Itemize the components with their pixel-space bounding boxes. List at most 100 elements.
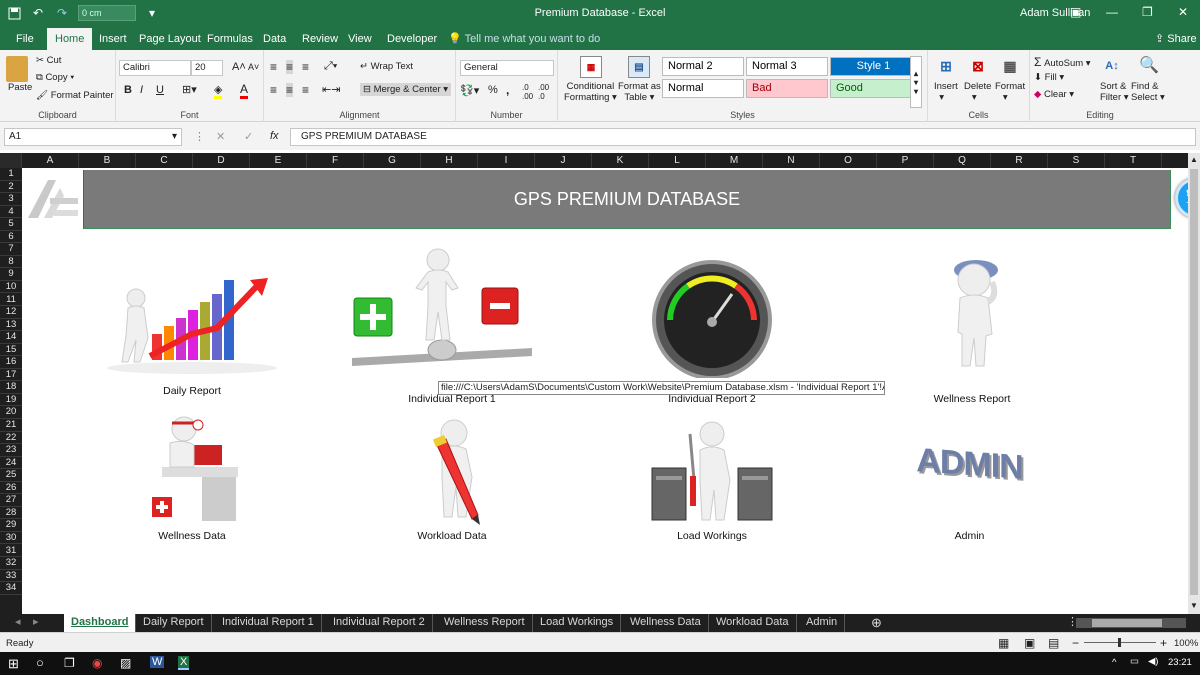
row-header-4[interactable]: 4	[0, 206, 22, 219]
column-header-s[interactable]: S	[1048, 153, 1105, 168]
tab-review[interactable]: Review	[294, 28, 346, 50]
show-hidden-icons-icon[interactable]: ^	[1112, 657, 1116, 668]
cell-style-bad[interactable]: Bad	[746, 79, 828, 98]
row-header-10[interactable]: 10	[0, 281, 22, 294]
delete-cells-button[interactable]: Delete ▾	[964, 81, 991, 103]
row-header-7[interactable]: 7	[0, 243, 22, 256]
row-header-15[interactable]: 15	[0, 344, 22, 357]
zoom-level[interactable]: 100%	[1174, 638, 1198, 649]
column-header-l[interactable]: L	[649, 153, 706, 168]
column-header-a[interactable]: A	[22, 153, 79, 168]
row-header-9[interactable]: 9	[0, 268, 22, 281]
row-header-21[interactable]: 21	[0, 419, 22, 432]
conditional-formatting-button[interactable]: Conditional Formatting ▾	[564, 81, 617, 103]
increase-decimal-icon[interactable]: .0.00	[522, 83, 533, 101]
photos-icon[interactable]: ▨	[120, 656, 131, 670]
normal-view-icon[interactable]: ▦	[998, 636, 1009, 650]
row-header-20[interactable]: 20	[0, 406, 22, 419]
column-header-e[interactable]: E	[250, 153, 307, 168]
cut-button[interactable]: ✂ Cut	[36, 55, 61, 66]
autosum-button[interactable]: Σ AutoSum ▾	[1034, 55, 1091, 69]
close-button[interactable]: ✕	[1178, 5, 1188, 19]
cell-style-style-1[interactable]: Style 1	[830, 57, 912, 76]
currency-icon[interactable]: 💱▾	[460, 84, 479, 97]
tab-developer[interactable]: Developer	[379, 28, 445, 50]
horizontal-scrollbar[interactable]	[1076, 618, 1186, 628]
wellness-data-tile[interactable]: Wellness Data	[132, 415, 252, 542]
admin-tile[interactable]: ADMIN Admin	[902, 441, 1037, 542]
sheet-tab-dashboard[interactable]: Dashboard	[64, 614, 137, 632]
zoom-in-icon[interactable]: +	[1160, 636, 1167, 650]
number-format-select[interactable]: General	[460, 60, 554, 76]
column-header-j[interactable]: J	[535, 153, 592, 168]
vertical-scroll-thumb[interactable]	[1190, 169, 1198, 595]
tab-home[interactable]: Home	[47, 28, 93, 50]
row-header-12[interactable]: 12	[0, 306, 22, 319]
clear-button[interactable]: ◆ Clear ▾	[1034, 89, 1074, 100]
column-header-q[interactable]: Q	[934, 153, 991, 168]
middle-align-icon[interactable]: ≡	[286, 60, 294, 74]
format-cells-button[interactable]: Format ▾	[995, 81, 1025, 103]
horizontal-scroll-thumb[interactable]	[1092, 619, 1162, 627]
wrap-text-button[interactable]: ↵ Wrap Text	[360, 61, 413, 72]
page-break-view-icon[interactable]: ▤	[1048, 636, 1059, 650]
sheet-tab-daily-report[interactable]: Daily Report	[136, 614, 212, 632]
percent-button[interactable]: %	[488, 84, 498, 96]
grow-font-icon[interactable]: A˄	[232, 61, 246, 73]
paste-icon[interactable]	[6, 56, 28, 82]
row-header-28[interactable]: 28	[0, 507, 22, 520]
daily-report-tile[interactable]: Daily Report	[92, 268, 292, 403]
search-circle-icon[interactable]: ○	[36, 655, 44, 670]
sheet-tab-wellness-data[interactable]: Wellness Data	[623, 614, 709, 632]
confirm-entry-icon[interactable]: ✓	[244, 130, 253, 143]
row-header-17[interactable]: 17	[0, 369, 22, 382]
share-button[interactable]: ⇪ Share	[1155, 32, 1197, 45]
sheet-tab-load-workings[interactable]: Load Workings	[533, 614, 622, 632]
font-name-select[interactable]: Calibri	[119, 60, 191, 76]
column-header-b[interactable]: B	[79, 153, 136, 168]
taskbar-clock[interactable]: 23:21	[1168, 657, 1192, 668]
column-header-f[interactable]: F	[307, 153, 364, 168]
row-header-13[interactable]: 13	[0, 319, 22, 332]
row-header-5[interactable]: 5	[0, 218, 22, 231]
windows-start-icon[interactable]: ⊞	[8, 656, 19, 672]
page-layout-view-icon[interactable]: ▣	[1024, 636, 1035, 650]
more-options-icon[interactable]: ⋮	[194, 130, 205, 143]
individual-report-1-tile[interactable]: Individual Report 1	[342, 246, 562, 405]
column-header-d[interactable]: D	[193, 153, 250, 168]
column-header-n[interactable]: N	[763, 153, 820, 168]
scroll-tabs-left-icon[interactable]: ◂	[8, 614, 28, 632]
column-header-i[interactable]: I	[478, 153, 535, 168]
fill-button[interactable]: ⬇ Fill ▾	[1034, 72, 1064, 83]
comma-button[interactable]: ,	[506, 83, 509, 97]
font-color-icon[interactable]: A	[240, 82, 249, 99]
orientation-icon[interactable]: ⤢▾	[324, 60, 337, 73]
column-header-t[interactable]: T	[1105, 153, 1162, 168]
column-header-k[interactable]: K	[592, 153, 649, 168]
format-as-table-button[interactable]: Format as Table ▾	[618, 81, 661, 103]
vertical-scrollbar[interactable]: ▲ ▼	[1188, 153, 1200, 614]
tab-data[interactable]: Data	[255, 28, 294, 50]
row-header-11[interactable]: 11	[0, 294, 22, 306]
row-header-32[interactable]: 32	[0, 557, 22, 570]
bold-button[interactable]: B	[124, 84, 132, 96]
row-header-27[interactable]: 27	[0, 494, 22, 507]
align-center-icon[interactable]: ≡	[286, 83, 294, 97]
row-header-31[interactable]: 31	[0, 545, 22, 557]
select-all-button[interactable]	[0, 153, 22, 168]
column-header-p[interactable]: P	[877, 153, 934, 168]
tell-me-search[interactable]: 💡 Tell me what you want to do	[448, 32, 600, 45]
chrome-icon[interactable]: ◉	[92, 656, 102, 670]
sheet-tab-individual-report-2[interactable]: Individual Report 2	[326, 614, 433, 632]
sheet-tab-admin[interactable]: Admin	[799, 614, 846, 632]
row-header-29[interactable]: 29	[0, 519, 22, 532]
shrink-font-icon[interactable]: A˅	[248, 62, 259, 72]
row-header-34[interactable]: 34	[0, 582, 22, 595]
task-view-icon[interactable]: ❐	[64, 656, 75, 670]
zoom-slider-thumb[interactable]	[1118, 638, 1121, 647]
column-header-m[interactable]: M	[706, 153, 763, 168]
sort-filter-button[interactable]: Sort & Filter ▾	[1100, 81, 1129, 103]
row-header-30[interactable]: 30	[0, 532, 22, 545]
tab-insert[interactable]: Insert	[91, 28, 135, 50]
fill-color-icon[interactable]: ◈	[214, 83, 223, 99]
